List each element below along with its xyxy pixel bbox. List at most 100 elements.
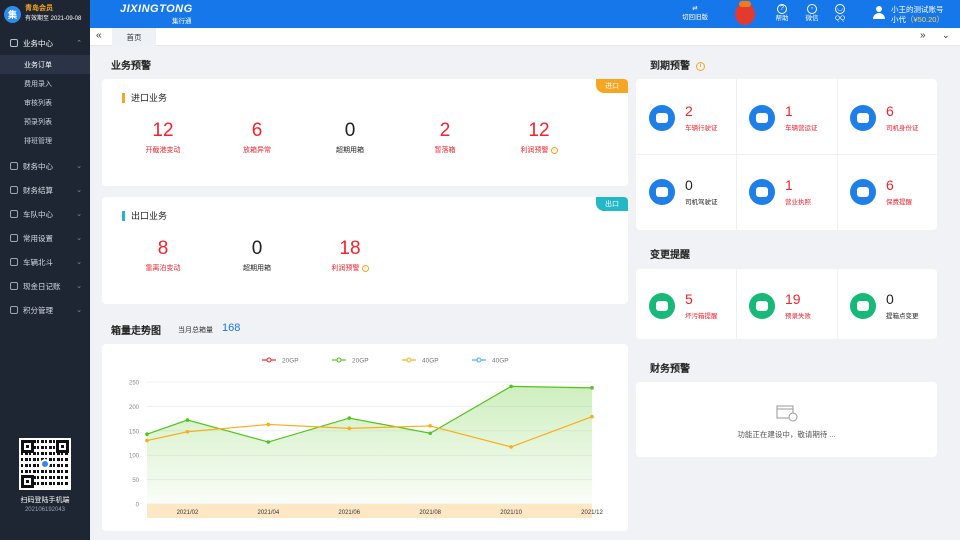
data-point xyxy=(347,426,352,431)
expiry-vehicle-license[interactable]: 2 车辆行驶证 xyxy=(649,103,718,132)
import-stat-port-change[interactable]: 12 开截港变动 xyxy=(123,120,203,155)
import-stat-temp-drop[interactable]: 2 暂落箱 xyxy=(405,120,485,155)
expiry-business-license[interactable]: 1 营业执照 xyxy=(749,177,811,206)
finance-title: 财务预警 xyxy=(650,364,690,375)
change-title: 变更提醒 xyxy=(650,250,690,261)
y-tick-label: 200 xyxy=(129,405,140,411)
qr-label: 扫码登陆手机端 xyxy=(20,497,70,504)
chevron-up-icon: ⌃ xyxy=(76,40,82,47)
construction-icon xyxy=(776,405,798,422)
switch-version-button[interactable]: ⇄ 切回旧版 xyxy=(675,4,715,22)
change-damaged-box[interactable]: 5 坏污箱提醒 xyxy=(649,291,718,320)
topbar: JIXINGTONG 集行通 ⇄ 切回旧版 ? 帮助 ◦ 微信 ◡ QQ 小王的… xyxy=(90,0,960,28)
data-point xyxy=(590,386,594,390)
import-ribbon: 进口 xyxy=(596,79,628,93)
expire-date: 有效期至 2021-09-08 xyxy=(25,16,82,22)
stat-value: 12 xyxy=(152,120,174,141)
import-stat-overdue[interactable]: 0 超期用箱 xyxy=(310,120,390,155)
logo-subtitle: 集行通 xyxy=(172,18,192,25)
info-icon[interactable]: i xyxy=(550,146,558,154)
legend-label: 20GP xyxy=(352,358,369,365)
cell-value: 0 xyxy=(886,291,894,307)
sidebar-item-label: 排班管理 xyxy=(24,137,52,145)
export-stat-berth-change[interactable]: 8 靠离泊变动 xyxy=(123,238,203,273)
y-tick-label: 150 xyxy=(129,429,140,435)
qq-button[interactable]: ◡ QQ xyxy=(830,4,850,23)
sidebar-item-label: 常用设置 xyxy=(23,233,53,243)
location-icon xyxy=(850,292,876,319)
sidebar-item-label: 审核列表 xyxy=(24,99,52,107)
info-icon[interactable]: i xyxy=(696,61,705,71)
sidebar-item-beidou[interactable]: 车辆北斗 ⌄ xyxy=(0,250,90,274)
data-point xyxy=(590,414,594,419)
sidebar-item-label: 预录列表 xyxy=(24,118,52,126)
cell-value: 2 xyxy=(685,103,693,119)
expiry-driver-id[interactable]: 6 司机身份证 xyxy=(850,103,919,132)
stat-label: 开截港变动 xyxy=(145,147,181,154)
sidebar-item-scheduling[interactable]: 排班管理 xyxy=(0,131,90,150)
qr-logo-icon xyxy=(40,459,50,469)
brand-badge-icon: 集 xyxy=(4,5,21,23)
expiry-card: 2 车辆行驶证 1 车辆营运证 6 司机身份证 0 司机驾驶证 1 营业执照 6 保费提醒 xyxy=(636,79,937,230)
user-name-line[interactable]: 小代（¥50.20） xyxy=(891,14,944,25)
stat-value: 6 xyxy=(251,120,263,141)
tab-scroll-right-icon[interactable]: » xyxy=(920,30,926,41)
box-icon xyxy=(649,292,675,319)
data-point xyxy=(428,431,432,436)
qr-code-number: 202106192043 xyxy=(24,507,66,513)
import-stat-release-abnormal[interactable]: 6 放箱异常 xyxy=(217,120,297,155)
tab-scroll-left-icon[interactable]: « xyxy=(96,30,102,41)
qq-icon: ◡ xyxy=(835,4,845,14)
help-button[interactable]: ? 帮助 xyxy=(772,4,792,23)
cell-value: 1 xyxy=(785,177,793,193)
sidebar-item-points[interactable]: 积分管理 ⌄ xyxy=(0,298,90,322)
data-point xyxy=(185,418,190,422)
info-icon[interactable]: i xyxy=(361,264,369,272)
sidebar-item-review-list[interactable]: 审核列表 xyxy=(0,93,90,112)
expiry-insurance[interactable]: 6 保费提醒 xyxy=(850,177,912,206)
export-stat-profit-alert[interactable]: 18 利润预警 i xyxy=(310,238,390,273)
sidebar-item-prerecord-list[interactable]: 预录列表 xyxy=(0,112,90,131)
document-icon xyxy=(749,292,775,319)
wechat-button[interactable]: ◦ 微信 xyxy=(802,4,822,23)
cell-label: 司机驾驶证 xyxy=(685,199,718,206)
chevron-down-icon: ⌄ xyxy=(76,211,82,218)
export-stat-overdue[interactable]: 0 超期用箱 xyxy=(217,238,297,273)
points-icon xyxy=(10,306,18,314)
export-ribbon: 出口 xyxy=(596,197,628,211)
sidebar-group-business[interactable]: 业务中心 ⌃ xyxy=(0,31,90,55)
tab-home[interactable]: 首页 xyxy=(112,28,156,46)
cell-label: 车辆行驶证 xyxy=(685,125,718,132)
change-prerecord-failed[interactable]: 19 预录失败 xyxy=(749,291,811,320)
finance-card: 功能正在建设中，敬请期待 ... xyxy=(636,382,937,457)
total-value: 168 xyxy=(222,322,241,334)
export-title-text: 出口业务 xyxy=(131,211,168,221)
y-tick-label: 50 xyxy=(132,478,139,484)
dashboard-icon xyxy=(10,39,18,47)
sidebar-item-finance-settle[interactable]: 财务结算 ⌄ xyxy=(0,178,90,202)
wechat-label: 微信 xyxy=(805,15,819,22)
expiry-driver-license[interactable]: 0 司机驾驶证 xyxy=(649,177,718,206)
sidebar-item-business-orders[interactable]: 业务订单 xyxy=(0,55,90,74)
sidebar-item-fee-entry[interactable]: 费用录入 xyxy=(0,74,90,93)
sidebar-item-finance-center[interactable]: 财务中心 ⌄ xyxy=(0,154,90,178)
sidebar-item-label: 费用录入 xyxy=(24,80,52,88)
user-avatar-icon[interactable] xyxy=(873,6,885,20)
sidebar-item-fleet-center[interactable]: 车队中心 ⌄ xyxy=(0,202,90,226)
help-label: 帮助 xyxy=(775,15,789,22)
wallet-icon xyxy=(10,162,18,170)
tabbar: « 首页 » ⌄ xyxy=(90,28,960,46)
change-pickup-point[interactable]: 0 提箱点变更 xyxy=(850,291,919,320)
mascot-icon[interactable] xyxy=(735,1,755,25)
cell-value: 1 xyxy=(785,103,793,119)
sidebar-item-settings[interactable]: 常用设置 ⌄ xyxy=(0,226,90,250)
total-label: 当月总箱量 xyxy=(178,327,213,334)
chevron-down-icon[interactable]: ⌄ xyxy=(942,30,950,41)
sidebar-item-label: 业务订单 xyxy=(24,61,52,69)
stat-value: 2 xyxy=(439,120,451,141)
expiry-operation-permit[interactable]: 1 车辆营运证 xyxy=(749,103,818,132)
sidebar-nav: 业务中心 ⌃ 业务订单 费用录入 审核列表 预录列表 排班管理 财务中心 ⌄ 财务… xyxy=(0,31,90,322)
finance-placeholder: 功能正在建设中，敬请期待 ... xyxy=(737,430,836,439)
sidebar-item-cash-journal[interactable]: 现金日记账 ⌄ xyxy=(0,274,90,298)
import-stat-profit-alert[interactable]: 12 利润预警 i xyxy=(499,120,579,155)
